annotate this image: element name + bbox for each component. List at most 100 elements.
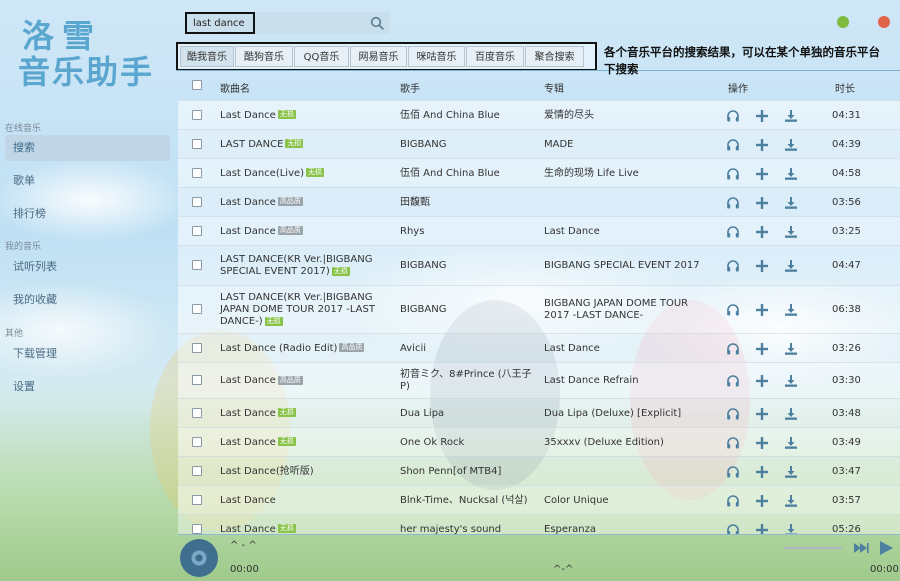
download-icon[interactable]: [784, 138, 798, 152]
headphones-icon[interactable]: [726, 523, 740, 534]
table-row[interactable]: Last Dance Blnk-Time、Nucksal (넉살) Color Un…: [178, 485, 900, 514]
row-checkbox[interactable]: [192, 494, 202, 505]
tab-migu[interactable]: 咪咕音乐: [408, 46, 465, 67]
headphones-icon[interactable]: [726, 167, 740, 181]
table-row[interactable]: Last Dance 无损 伍佰 And China Blue 爱情的尽头 04:31: [178, 100, 900, 129]
plus-icon[interactable]: [755, 259, 769, 273]
plus-icon[interactable]: [755, 436, 769, 450]
artist-name: Shon Penn[of MTB4]: [400, 465, 502, 477]
table-row[interactable]: Last Dance(抢听版) Shon Penn[of MTB4] 03:47: [178, 456, 900, 485]
sidebar-item-playlists[interactable]: 歌单: [5, 168, 170, 194]
plus-icon[interactable]: [755, 303, 769, 317]
download-icon[interactable]: [784, 494, 798, 508]
download-icon[interactable]: [784, 523, 798, 534]
next-icon[interactable]: [853, 540, 869, 556]
row-checkbox[interactable]: [192, 342, 202, 353]
tab-qq[interactable]: QQ音乐: [294, 46, 349, 67]
plus-icon[interactable]: [755, 374, 769, 388]
row-checkbox[interactable]: [192, 407, 202, 418]
select-all-checkbox[interactable]: [192, 80, 202, 90]
play-icon[interactable]: [878, 540, 894, 556]
plus-icon[interactable]: [755, 225, 769, 239]
headphones-icon[interactable]: [726, 196, 740, 210]
table-row[interactable]: Last Dance 高品质 田馥甄 03:56: [178, 187, 900, 216]
download-icon[interactable]: [784, 196, 798, 210]
row-checkbox[interactable]: [192, 375, 202, 385]
row-checkbox[interactable]: [192, 304, 202, 314]
row-checkbox[interactable]: [192, 167, 202, 178]
download-icon[interactable]: [784, 465, 798, 479]
table-row[interactable]: Last Dance 无损 Dua Lipa Dua Lipa (Deluxe) [E…: [178, 398, 900, 427]
row-checkbox[interactable]: [192, 465, 202, 476]
volume-slider[interactable]: [784, 547, 842, 549]
download-icon[interactable]: [784, 303, 798, 317]
close-button[interactable]: [878, 16, 890, 28]
song-duration: 03:26: [832, 342, 861, 354]
minimize-button[interactable]: [837, 16, 849, 28]
headphones-icon[interactable]: [726, 225, 740, 239]
results-table: 歌曲名 歌手 专辑 操作 时长 Last Dance 无损 伍佰 And China…: [178, 72, 900, 534]
sidebar-item-favorites[interactable]: 我的收藏: [5, 287, 170, 313]
headphones-icon[interactable]: [726, 465, 740, 479]
tab-kugou[interactable]: 酷狗音乐: [235, 46, 293, 67]
tab-kuwo[interactable]: 酷我音乐: [180, 46, 234, 67]
quality-badge: 高品质: [277, 226, 303, 235]
row-checkbox[interactable]: [192, 196, 202, 207]
table-row[interactable]: LAST DANCE 无损 BIGBANG MADE 04:39: [178, 129, 900, 158]
plus-icon[interactable]: [755, 196, 769, 210]
headphones-icon[interactable]: [726, 407, 740, 421]
sidebar-item-charts[interactable]: 排行榜: [5, 201, 170, 227]
sidebar-item-listen-list[interactable]: 试听列表: [5, 254, 170, 280]
download-icon[interactable]: [784, 259, 798, 273]
search-icon[interactable]: [370, 16, 384, 30]
tab-aggregate[interactable]: 聚合搜索: [525, 46, 584, 67]
row-checkbox[interactable]: [192, 225, 202, 236]
album-cover-disc[interactable]: [180, 539, 218, 577]
row-checkbox[interactable]: [192, 436, 202, 447]
row-checkbox[interactable]: [192, 109, 202, 120]
headphones-icon[interactable]: [726, 374, 740, 388]
plus-icon[interactable]: [755, 523, 769, 534]
table-row[interactable]: Last Dance(Live) 无损 伍佰 And China Blue 生命的现场…: [178, 158, 900, 187]
plus-icon[interactable]: [755, 109, 769, 123]
row-checkbox[interactable]: [192, 260, 202, 270]
headphones-icon[interactable]: [726, 259, 740, 273]
download-icon[interactable]: [784, 436, 798, 450]
table-row[interactable]: Last Dance 无损 One Ok Rock 35xxxv (Deluxe Ed…: [178, 427, 900, 456]
table-row[interactable]: Last Dance 高品质 Rhys Last Dance 03:25: [178, 216, 900, 245]
table-row[interactable]: Last Dance 高品质 初音ミク、8#Prince (八王子P) Last Da…: [178, 362, 900, 398]
sidebar-item-settings[interactable]: 设置: [5, 374, 170, 400]
table-row[interactable]: LAST DANCE(KR Ver.|BIGBANG JAPAN DOME TO…: [178, 285, 900, 333]
download-icon[interactable]: [784, 342, 798, 356]
headphones-icon[interactable]: [726, 303, 740, 317]
row-checkbox[interactable]: [192, 523, 202, 534]
table-row[interactable]: LAST DANCE(KR Ver.|BIGBANG SPECIAL EVENT…: [178, 245, 900, 285]
table-row[interactable]: Last Dance 无损 her majesty's sound Esperanza…: [178, 514, 900, 534]
headphones-icon[interactable]: [726, 436, 740, 450]
download-icon[interactable]: [784, 374, 798, 388]
download-icon[interactable]: [784, 225, 798, 239]
plus-icon[interactable]: [755, 494, 769, 508]
headphones-icon[interactable]: [726, 342, 740, 356]
plus-icon[interactable]: [755, 167, 769, 181]
table-row[interactable]: Last Dance (Radio Edit) 高品质 Avicii Last Dan…: [178, 333, 900, 362]
tab-baidu[interactable]: 百度音乐: [466, 46, 524, 67]
plus-icon[interactable]: [755, 138, 769, 152]
plus-icon[interactable]: [755, 407, 769, 421]
tab-netease[interactable]: 网易音乐: [350, 46, 407, 67]
sidebar-item-downloads[interactable]: 下载管理: [5, 341, 170, 367]
download-icon[interactable]: [784, 109, 798, 123]
sidebar-item-search[interactable]: 搜索: [5, 135, 170, 161]
headphones-icon[interactable]: [726, 494, 740, 508]
download-icon[interactable]: [784, 407, 798, 421]
download-icon[interactable]: [784, 167, 798, 181]
album-name: Dua Lipa (Deluxe) [Explicit]: [544, 407, 682, 419]
plus-icon[interactable]: [755, 342, 769, 356]
headphones-icon[interactable]: [726, 138, 740, 152]
song-duration: 04:58: [832, 167, 861, 179]
headphones-icon[interactable]: [726, 109, 740, 123]
plus-icon[interactable]: [755, 465, 769, 479]
search-input[interactable]: [185, 12, 255, 34]
row-checkbox[interactable]: [192, 138, 202, 149]
player-time-current: 00:00: [230, 564, 259, 575]
